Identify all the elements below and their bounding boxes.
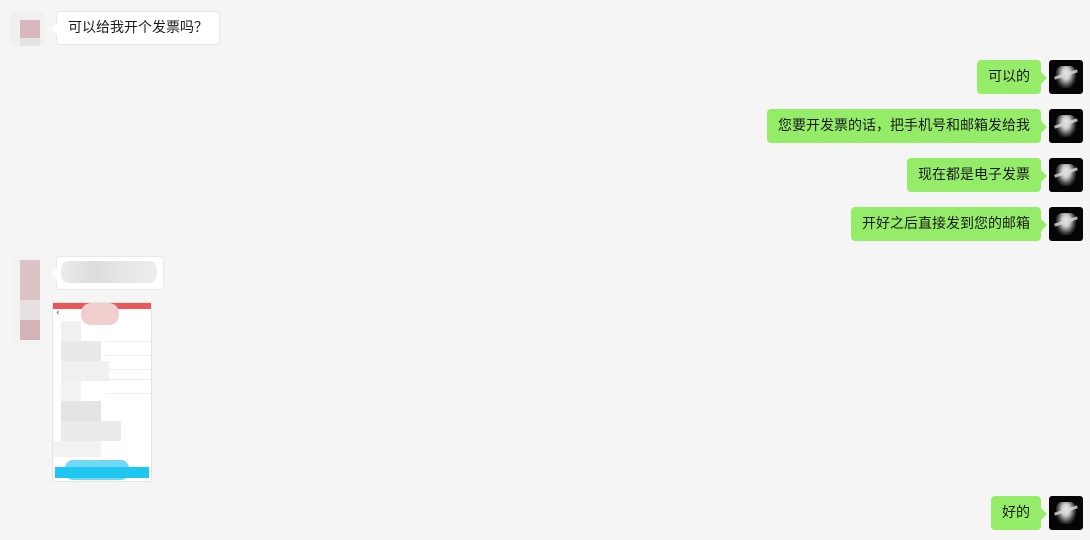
message-text: 您要开发票的话，把手机号和邮箱发给我 [778,118,1030,134]
user-avatar-icon[interactable] [1049,158,1083,192]
user-avatar-icon[interactable] [1049,207,1083,241]
message-bubble[interactable] [51,256,164,290]
message-bubble[interactable]: 好的 [991,496,1047,530]
message-text: 开好之后直接发到您的邮箱 [862,216,1030,232]
message-bubble[interactable]: 可以给我开个发票吗？ [51,11,220,45]
user-avatar-icon[interactable] [1049,60,1083,94]
message-bubble[interactable]: 开好之后直接发到您的邮箱 [851,207,1047,241]
chevron-left-icon: ‹ [56,308,60,318]
message-bubble[interactable]: 可以的 [977,60,1047,94]
message-bubble[interactable]: 您要开发票的话，把手机号和邮箱发给我 [767,109,1047,143]
chat-message-list: 可以给我开个发票吗？ 可以的 您要开发票的话，把手机号和邮箱发给我 现在都是电子… [0,0,1090,540]
contact-avatar[interactable] [12,256,42,344]
image-message[interactable]: ‹ [52,302,152,482]
message-text: 可以的 [988,69,1030,85]
user-avatar-icon[interactable] [1049,496,1083,530]
image-bottom-bar [55,467,149,478]
message-text: 现在都是电子发票 [918,167,1030,183]
user-avatar-icon[interactable] [1049,109,1083,143]
message-bubble[interactable]: 现在都是电子发票 [907,158,1047,192]
contact-avatar[interactable] [10,12,44,46]
message-text: 可以给我开个发票吗？ [68,20,208,36]
message-text: 好的 [1002,505,1030,521]
